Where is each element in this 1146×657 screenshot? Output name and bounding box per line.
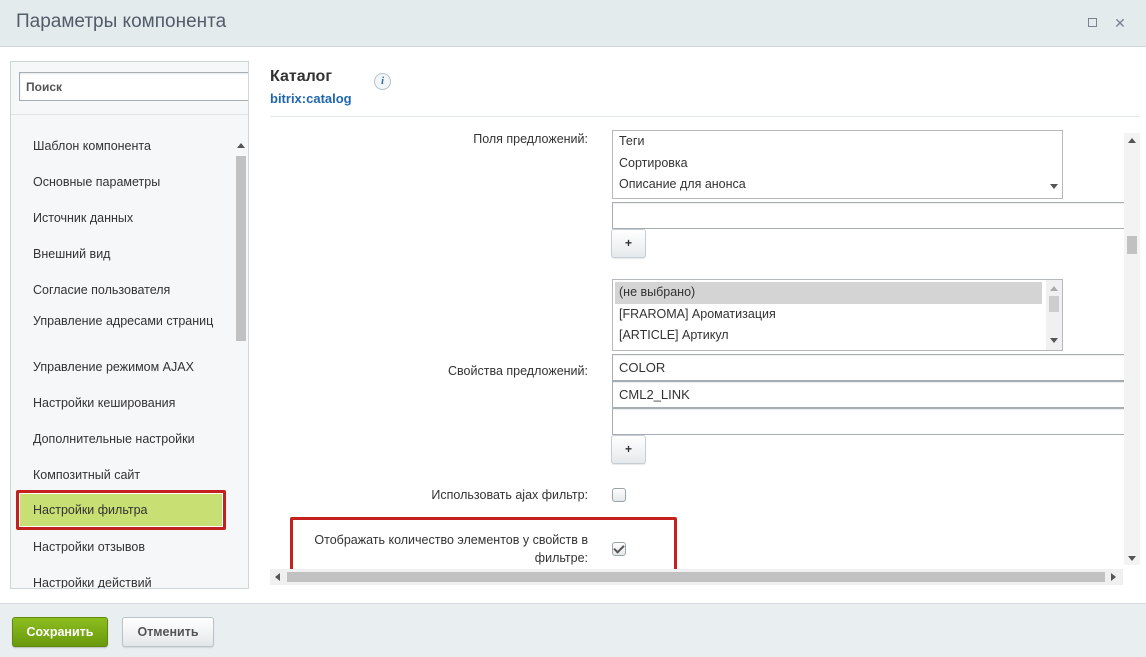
listbox-scrollbar[interactable] bbox=[1046, 280, 1062, 350]
save-button[interactable]: Сохранить bbox=[12, 617, 108, 647]
scrollbar-thumb[interactable] bbox=[287, 572, 1105, 582]
offer-prop-field-cml2-link[interactable]: CML2_LINK bbox=[612, 381, 1126, 408]
scroll-right-icon[interactable] bbox=[1111, 573, 1116, 581]
sidebar-item-reviews[interactable]: Настройки отзывов bbox=[33, 540, 223, 555]
dialog-title: Параметры компонента bbox=[16, 11, 227, 32]
info-icon[interactable]: i bbox=[374, 73, 391, 90]
scroll-down-icon[interactable] bbox=[1128, 556, 1136, 561]
list-option-selected[interactable]: (не выбрано) bbox=[615, 282, 1042, 304]
list-option[interactable]: Сортировка bbox=[613, 153, 1062, 175]
scroll-up-icon[interactable] bbox=[237, 143, 245, 148]
sidebar-item-composite[interactable]: Композитный сайт bbox=[33, 468, 223, 483]
sidebar-item-template[interactable]: Шаблон компонента bbox=[33, 139, 223, 154]
add-offer-prop-button[interactable]: + bbox=[611, 435, 646, 464]
sidebar-item-appearance[interactable]: Внешний вид bbox=[33, 247, 223, 262]
scroll-left-icon[interactable] bbox=[275, 573, 280, 581]
cancel-button[interactable]: Отменить bbox=[122, 617, 214, 647]
offer-props-listbox[interactable]: (не выбрано) [FRAROMA] Ароматизация [ART… bbox=[612, 279, 1063, 351]
sidebar-scrollbar[interactable] bbox=[233, 136, 248, 588]
dialog-footer: Сохранить Отменить bbox=[0, 603, 1146, 657]
dialog-titlebar: Параметры компонента ✕ bbox=[0, 0, 1146, 47]
divider bbox=[11, 114, 248, 115]
close-icon: ✕ bbox=[1114, 15, 1126, 31]
component-title: Каталог bbox=[270, 68, 332, 85]
sidebar-item-user-consent[interactable]: Согласие пользователя bbox=[33, 283, 223, 298]
list-option[interactable]: [FRAROMA] Ароматизация bbox=[613, 304, 1062, 326]
component-code: bitrix:catalog bbox=[270, 91, 352, 106]
offer-prop-field-color[interactable]: COLOR bbox=[612, 354, 1126, 381]
sidebar-item-ajax-mode[interactable]: Управление режимом AJAX bbox=[33, 360, 223, 375]
offer-fields-listbox[interactable]: Теги Сортировка Описание для анонса bbox=[612, 130, 1063, 199]
dialog-body: Шаблон компонента Основные параметры Ист… bbox=[0, 47, 1146, 603]
ajax-filter-checkbox[interactable] bbox=[612, 488, 626, 502]
sidebar-item-filter-settings[interactable]: Настройки фильтра bbox=[16, 490, 226, 530]
list-option[interactable]: Теги bbox=[613, 131, 1062, 153]
sidebar-item-main-params[interactable]: Основные параметры bbox=[33, 175, 223, 190]
scrollbar-thumb[interactable] bbox=[1127, 236, 1137, 254]
form-horizontal-scrollbar[interactable] bbox=[270, 569, 1123, 585]
sidebar-item-additional[interactable]: Дополнительные настройки bbox=[33, 432, 223, 447]
sidebar-item-label: Настройки фильтра bbox=[20, 494, 222, 526]
show-count-checkbox[interactable] bbox=[612, 542, 626, 556]
sidebar-item-caching[interactable]: Настройки кеширования bbox=[33, 396, 223, 411]
maximize-button[interactable] bbox=[1086, 16, 1100, 30]
scroll-down-icon[interactable] bbox=[1050, 338, 1058, 343]
search-input[interactable] bbox=[19, 72, 248, 101]
sidebar-item-actions[interactable]: Настройки действий bbox=[33, 576, 223, 588]
offer-props-label: Свойства предложений: bbox=[448, 364, 588, 378]
close-button[interactable]: ✕ bbox=[1113, 16, 1127, 30]
list-option[interactable]: Описание для анонса bbox=[613, 174, 1062, 196]
scroll-up-icon[interactable] bbox=[1050, 286, 1058, 291]
scrollbar-thumb[interactable] bbox=[236, 156, 246, 341]
offer-fields-label: Поля предложений: bbox=[473, 132, 588, 146]
list-option[interactable]: [ARTICLE] Артикул bbox=[613, 325, 1062, 347]
scroll-down-icon[interactable] bbox=[1050, 184, 1058, 189]
sections-sidebar: Шаблон компонента Основные параметры Ист… bbox=[10, 61, 249, 589]
offer-fields-input[interactable] bbox=[612, 202, 1126, 229]
offer-prop-field-empty[interactable] bbox=[612, 408, 1126, 435]
listbox-scrollbar[interactable] bbox=[1046, 131, 1062, 198]
sidebar-item-url-management[interactable]: Управление адресами страниц bbox=[33, 314, 223, 329]
divider bbox=[270, 116, 1140, 117]
maximize-icon bbox=[1088, 18, 1097, 27]
form-scrollbar[interactable] bbox=[1124, 133, 1140, 565]
ajax-filter-label: Использовать ajax фильтр: bbox=[431, 488, 588, 502]
sidebar-item-data-source[interactable]: Источник данных bbox=[33, 211, 223, 226]
scrollbar-thumb[interactable] bbox=[1049, 296, 1059, 312]
add-offer-field-button[interactable]: + bbox=[611, 229, 646, 258]
show-count-label: Отображать количество элементов у свойст… bbox=[314, 533, 588, 565]
scroll-up-icon[interactable] bbox=[1128, 138, 1136, 143]
